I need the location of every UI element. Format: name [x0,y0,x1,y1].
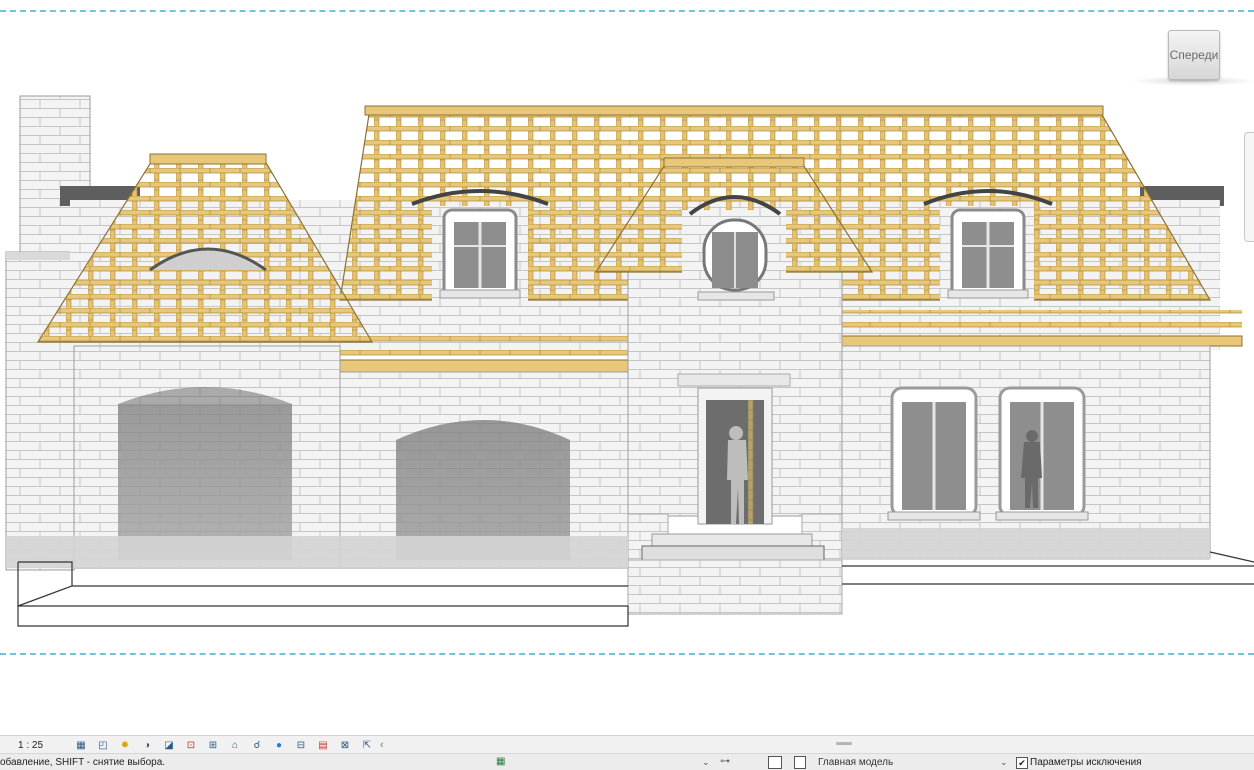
filter-icon[interactable]: ⊶ [720,756,730,767]
reveal-hidden-icon[interactable]: ● [272,739,286,751]
view-scale-button[interactable]: 1 : 25 [0,740,70,751]
status-message: обавление, SHIFT - снятие выбора. [0,757,166,768]
analytical-model-icon[interactable]: ⊠ [338,739,352,751]
crop-view-icon[interactable]: ⊡ [184,739,198,751]
collapse-toolbar-icon[interactable]: ‹ [380,739,384,751]
chevron-down-icon[interactable]: ⌄ [702,757,710,768]
design-options-icon[interactable] [794,756,806,769]
worksets-icon[interactable] [768,756,782,769]
crop-region-icon[interactable]: ⊞ [206,739,220,751]
unlocked-3d-icon[interactable]: ⌂ [228,739,242,751]
chevron-down-icon[interactable]: ⌄ [1000,757,1008,768]
exclude-options-label: Параметры исключения [1030,757,1142,768]
exclude-options-checkbox[interactable]: ✔ [1016,757,1028,769]
status-bar: обавление, SHIFT - снятие выбора. ▦ ⌄ ⊶ … [0,753,1254,770]
shadows-icon[interactable]: ◑ [140,739,154,751]
visual-style-icon[interactable]: ◰ [96,739,110,751]
render-icon[interactable]: ◪ [162,739,176,751]
sun-path-icon[interactable]: ✹ [118,739,132,751]
temporary-hide-icon[interactable]: ☌ [250,739,264,751]
worksharing-display-icon[interactable]: ⊟ [294,739,308,751]
temporary-properties-icon[interactable]: ▤ [316,739,330,751]
house-front-elevation [5,95,1254,627]
detail-level-icon[interactable]: ▦ [74,739,88,751]
main-model-select[interactable]: Главная модель [818,757,893,768]
highlight-displacement-icon[interactable]: ⇱ [360,739,374,751]
horizontal-scrollbar-thumb[interactable] [836,742,852,745]
drawing-viewport[interactable]: Спереди [0,0,1254,735]
view-control-bar: 1 : 25 ▦ ◰ ✹ ◑ ◪ ⊡ ⊞ ⌂ ☌ ● ⊟ ▤ ⊠ ⇱ ‹ [0,735,1254,754]
editable-only-icon[interactable]: ▦ [496,756,508,768]
